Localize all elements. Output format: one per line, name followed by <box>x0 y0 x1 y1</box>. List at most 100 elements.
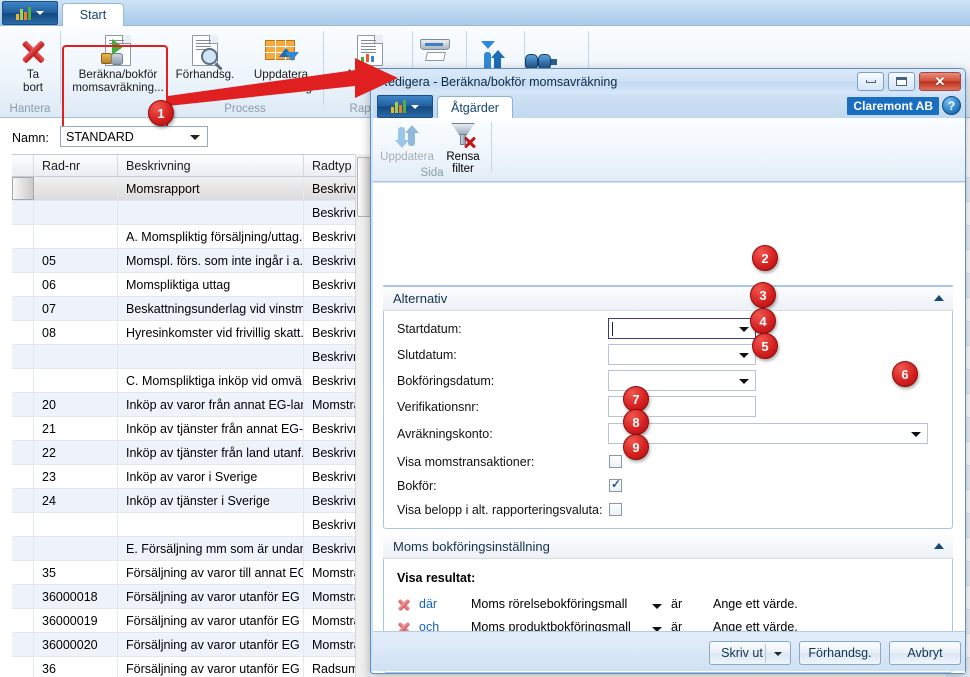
grid-vertical-scrollbar[interactable] <box>355 154 371 677</box>
row-selector[interactable] <box>12 273 34 296</box>
maximize-button[interactable] <box>888 72 915 91</box>
chevron-up-icon[interactable] <box>934 543 944 549</box>
name-combo[interactable]: STANDARD <box>60 126 208 147</box>
dialog-menu-orb[interactable] <box>377 95 433 118</box>
filter-section-title: Moms bokföringsinställning <box>393 539 550 554</box>
input-slutdatum[interactable] <box>608 344 756 365</box>
label-bokforingsdatum: Bokföringsdatum: <box>397 374 495 388</box>
row-selector[interactable] <box>12 585 34 608</box>
company-badge[interactable]: Claremont AB <box>847 97 939 115</box>
cell-rad-nr <box>34 225 118 248</box>
annotation-badge-5: 5 <box>752 333 778 359</box>
cell-beskrivning: Momsrapport <box>118 177 304 200</box>
report-lines-grid[interactable]: Rad-nr Beskrivning Radtyp Momsrapport Bes… <box>12 154 370 677</box>
dialog-title-text: Redigera - Beräkna/bokför momsavräkning <box>379 74 618 89</box>
chevron-up-icon[interactable] <box>934 295 944 301</box>
chevron-down-icon[interactable] <box>911 432 921 437</box>
delete-filter-icon[interactable] <box>397 598 411 612</box>
minimize-button[interactable] <box>857 72 884 91</box>
button-skriv-ut[interactable]: Skriv ut <box>709 641 791 665</box>
dialog-button-uppdatera[interactable]: Uppdatera <box>379 121 435 163</box>
row-selector[interactable] <box>12 633 34 656</box>
row-selector[interactable] <box>12 393 34 416</box>
table-row[interactable]: 06Momspliktiga uttagBeskrivning <box>12 273 370 297</box>
chevron-down-icon[interactable] <box>774 652 782 656</box>
table-row[interactable]: 05 Momspl. förs. som inte ingår i a... Bes… <box>12 249 370 273</box>
row-selector[interactable] <box>12 321 34 344</box>
button-avbryt[interactable]: Avbryt <box>889 641 961 665</box>
checkbox-visa-momstransaktioner[interactable] <box>609 455 622 468</box>
chevron-down-icon[interactable] <box>739 379 749 384</box>
cell-beskrivning: Beskattningsunderlag vid vinstm... <box>118 297 304 320</box>
dialog-title-bar: Redigera - Beräkna/bokför momsavräkning … <box>371 69 965 94</box>
table-row[interactable]: 36000019 Försäljning av varor utanför EG M… <box>12 609 370 633</box>
grid-header-beskrivning[interactable]: Beskrivning <box>118 155 304 176</box>
scrollbar-thumb[interactable] <box>357 157 371 217</box>
table-row[interactable]: 36000020 Försäljning av varor utanför EG M… <box>12 633 370 657</box>
ribbon-button-ta-bort[interactable]: Ta bort <box>8 32 58 94</box>
annotation-badge-6: 6 <box>892 361 918 387</box>
input-avrakningskonto[interactable] <box>608 423 928 444</box>
cell-rad-nr: 22 <box>34 441 118 464</box>
table-row[interactable]: 24Inköp av tjänster i SverigeBeskrivning <box>12 489 370 513</box>
table-row[interactable]: 23Inköp av varor i SverigeBeskrivning <box>12 465 370 489</box>
table-row[interactable]: 36 Försäljning av varor utanför EG Radsumm… <box>12 657 370 677</box>
row-selector[interactable] <box>12 249 34 272</box>
ribbon-group-caption: Hantera <box>9 103 51 115</box>
filter-conjunction[interactable]: där <box>419 597 437 611</box>
table-row[interactable]: 22 Inköp av tjänster från land utanf... Be… <box>12 441 370 465</box>
input-startdatum[interactable] <box>608 318 756 339</box>
table-row[interactable]: Beskrivning <box>12 345 370 369</box>
table-row[interactable]: C. Momspliktiga inköp vid omvä... Beskriv… <box>12 369 370 393</box>
row-selector[interactable] <box>12 225 34 248</box>
options-section-header[interactable]: Alternativ <box>383 287 953 311</box>
table-row[interactable]: Beskrivning <box>12 513 370 537</box>
chevron-down-icon[interactable] <box>739 353 749 358</box>
row-selector[interactable] <box>12 489 34 512</box>
annotation-badge-8: 8 <box>623 409 649 435</box>
row-selector[interactable] <box>12 177 34 200</box>
table-row[interactable]: Beskrivning <box>12 201 370 225</box>
filter-field-name[interactable]: Moms rörelsebokföringsmall <box>471 597 627 611</box>
cell-beskrivning: Försäljning av varor till annat EG... <box>118 561 304 584</box>
row-selector[interactable] <box>12 417 34 440</box>
row-selector[interactable] <box>12 441 34 464</box>
checkbox-bokfor[interactable] <box>609 477 622 492</box>
table-row[interactable]: E. Försäljning mm som är undan... Beskriv… <box>12 537 370 561</box>
table-row[interactable]: A. Momspliktig försäljning/uttag... Beskr… <box>12 225 370 249</box>
chevron-down-icon[interactable] <box>739 327 749 332</box>
table-row[interactable]: 21 Inköp av tjänster från annat EG-l... Be… <box>12 417 370 441</box>
ribbon-separator <box>491 122 492 172</box>
cell-rad-nr <box>34 201 118 224</box>
table-row[interactable]: 35 Försäljning av varor till annat EG... M… <box>12 561 370 585</box>
filter-value[interactable]: Ange ett värde. <box>713 597 798 611</box>
row-selector[interactable] <box>12 345 34 368</box>
table-row[interactable]: 07 Beskattningsunderlag vid vinstm... Besk… <box>12 297 370 321</box>
row-selector[interactable] <box>12 513 34 536</box>
table-row[interactable]: 08 Hyresinkomster vid frivillig skatt... B… <box>12 321 370 345</box>
row-selector[interactable] <box>12 369 34 392</box>
label-visa-belopp-alt-valuta: Visa belopp i alt. rapporteringsvaluta: <box>397 503 603 517</box>
grid-header-rad-nr[interactable]: Rad-nr <box>34 155 118 176</box>
row-selector[interactable] <box>12 297 34 320</box>
row-selector[interactable] <box>12 465 34 488</box>
row-selector[interactable] <box>12 201 34 224</box>
close-button[interactable]: ✕ <box>919 72 961 91</box>
button-forhandsg[interactable]: Förhandsg. <box>799 641 881 665</box>
table-row[interactable]: 36000018 Försäljning av varor utanför EG M… <box>12 585 370 609</box>
ribbon-button-uppdatera-uppstallning[interactable]: Uppdatera uppställning <box>242 32 320 94</box>
row-selector[interactable] <box>12 657 34 677</box>
tab-start[interactable]: Start <box>62 3 124 26</box>
row-selector[interactable] <box>12 609 34 632</box>
row-selector[interactable] <box>12 537 34 560</box>
application-menu-orb[interactable] <box>2 1 58 25</box>
table-row[interactable]: 20 Inköp av varor från annat EG-land Momst… <box>12 393 370 417</box>
filter-section-header[interactable]: Moms bokföringsinställning <box>383 535 953 559</box>
tab-atgarder[interactable]: Åtgärder <box>437 96 513 118</box>
help-icon[interactable]: ? <box>942 96 961 115</box>
chevron-down-icon[interactable] <box>652 604 662 609</box>
table-row[interactable]: MomsrapportBeskrivning <box>12 177 370 201</box>
ribbon-button-forhandsg[interactable]: Förhandsg. <box>170 32 240 81</box>
checkbox-visa-belopp-alt-valuta[interactable] <box>609 503 622 516</box>
row-selector[interactable] <box>12 561 34 584</box>
